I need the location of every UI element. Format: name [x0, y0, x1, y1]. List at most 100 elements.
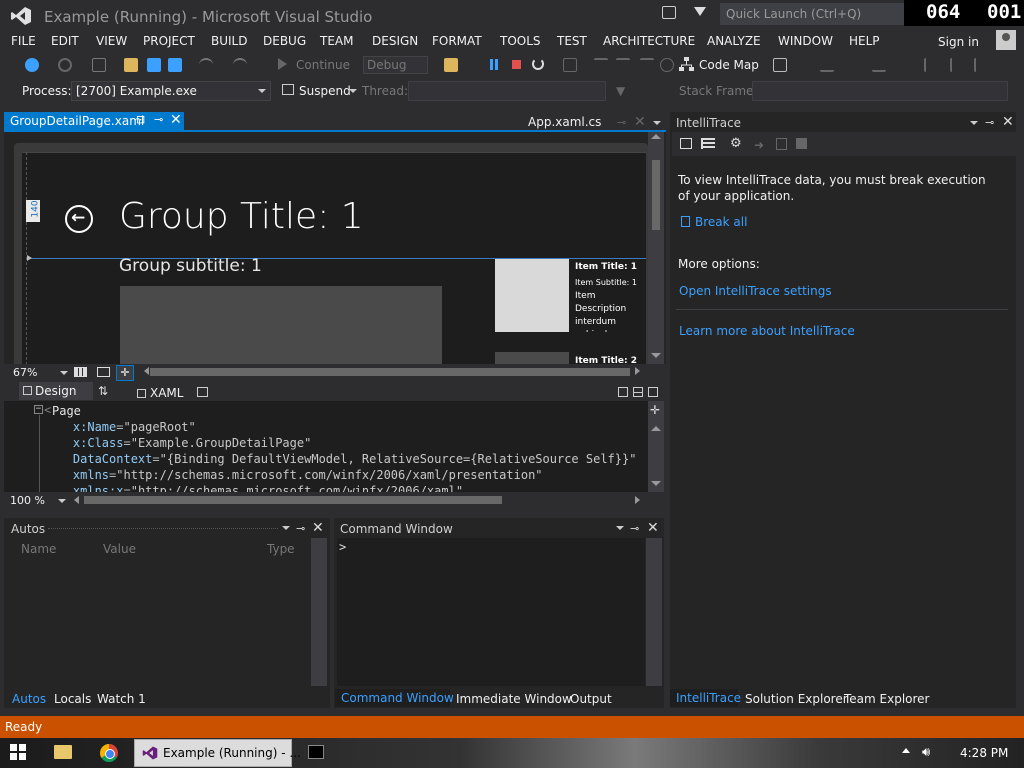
tab-group-detail-page-xaml[interactable]: GroupDetailPage.xaml ⊡ ⊸ ✕: [4, 112, 184, 131]
tab-watch-1[interactable]: Watch 1: [97, 692, 146, 706]
tab-team-explorer[interactable]: Team Explorer: [844, 692, 930, 706]
autos-grid[interactable]: [7, 538, 307, 686]
xaml-zoom-select[interactable]: 100 %: [10, 494, 45, 507]
redo-icon[interactable]: [233, 58, 247, 72]
solution-configuration-select[interactable]: Debug: [363, 56, 428, 74]
taskbar-clock[interactable]: 4:28 PM: [960, 746, 1008, 760]
zoom-chevron-down-icon[interactable]: [58, 499, 66, 503]
chrome-browser-icon[interactable]: [100, 744, 118, 762]
window-position-chevron-icon[interactable]: [282, 526, 290, 530]
step-out-icon[interactable]: [640, 58, 654, 72]
tab-overflow-chevron-down-icon[interactable]: [653, 121, 661, 125]
column-header-type[interactable]: Type: [267, 542, 295, 556]
tab-locals[interactable]: Locals: [54, 692, 91, 706]
menu-debug[interactable]: DEBUG: [263, 34, 306, 48]
save-log-icon[interactable]: [796, 138, 807, 149]
split-handle-icon[interactable]: ✛: [650, 403, 660, 417]
horizontal-split-icon[interactable]: [633, 387, 643, 397]
tab-solution-explorer[interactable]: Solution Explorer: [745, 692, 848, 706]
settings-gear-icon[interactable]: ⚙: [730, 136, 742, 151]
xaml-code-editor[interactable]: − < Page x:Name="pageRoot" x:Class="Exam…: [4, 401, 648, 492]
comment-icon[interactable]: [872, 58, 886, 72]
learn-more-intellitrace-link[interactable]: Learn more about IntelliTrace: [679, 324, 855, 338]
command-input-area[interactable]: >: [337, 538, 645, 686]
menu-help[interactable]: HELP: [849, 34, 880, 48]
scroll-up-icon[interactable]: [651, 134, 661, 139]
scroll-right-icon[interactable]: [635, 367, 640, 375]
step-into-icon[interactable]: [594, 58, 608, 72]
go-to-live-icon[interactable]: ➜: [754, 138, 764, 152]
menu-file[interactable]: FILE: [11, 34, 36, 48]
ui-debug-tools-icon[interactable]: [773, 58, 787, 72]
break-all-link[interactable]: Break all: [695, 215, 747, 229]
snap-to-grid-icon[interactable]: [97, 367, 110, 377]
calls-view-icon[interactable]: [701, 138, 715, 149]
open-file-icon[interactable]: [124, 58, 138, 72]
zoom-chevron-down-icon[interactable]: [60, 371, 68, 375]
navigate-forward-icon[interactable]: [58, 58, 72, 72]
new-project-icon[interactable]: [92, 58, 106, 72]
close-icon[interactable]: ✕: [312, 520, 324, 536]
scroll-up-icon[interactable]: [651, 426, 661, 431]
tab-output[interactable]: Output: [570, 692, 612, 706]
menu-analyze[interactable]: ANALYZE: [707, 34, 761, 48]
menu-team[interactable]: TEAM: [320, 34, 353, 48]
close-icon[interactable]: ✕: [634, 114, 646, 130]
suspend-dropdown-icon[interactable]: [349, 89, 357, 93]
designer-scroll-thumb[interactable]: [652, 160, 660, 230]
tab-app-xaml-cs[interactable]: App.xaml.cs: [528, 115, 601, 129]
pin-icon[interactable]: ⊸: [296, 522, 305, 535]
scroll-down-icon[interactable]: [651, 481, 661, 486]
menu-design[interactable]: DESIGN: [372, 34, 418, 48]
undo-icon[interactable]: [199, 58, 213, 72]
column-header-value[interactable]: Value: [103, 542, 136, 556]
collapse-region-icon[interactable]: −: [34, 405, 43, 414]
artboard-crosshair-icon[interactable]: ✛: [116, 365, 134, 381]
feedback-flag-icon[interactable]: [694, 7, 706, 16]
pin-icon[interactable]: ⊸: [985, 116, 994, 129]
show-hidden-icons-icon[interactable]: [902, 748, 910, 753]
stack-frame-select[interactable]: [752, 81, 1008, 101]
menu-format[interactable]: FORMAT: [432, 34, 482, 48]
attach-process-icon[interactable]: [444, 58, 458, 72]
filter-threads-icon[interactable]: ▼: [616, 84, 625, 98]
process-select[interactable]: [2700] Example.exe: [71, 81, 271, 101]
designer-horizontal-scroll-thumb[interactable]: [150, 368, 630, 376]
menu-architecture[interactable]: ARCHITECTURE: [603, 34, 695, 48]
open-log-icon[interactable]: [776, 138, 787, 150]
close-icon[interactable]: ✕: [1002, 114, 1014, 130]
break-all-pause-icon[interactable]: [489, 59, 499, 70]
notifications-icon[interactable]: [662, 6, 676, 19]
menu-edit[interactable]: EDIT: [51, 34, 79, 48]
pin-icon[interactable]: ⊸: [617, 116, 626, 129]
tab-intellitrace[interactable]: IntelliTrace: [676, 691, 741, 705]
bookmark-prev-icon[interactable]: [974, 58, 988, 72]
menu-view[interactable]: VIEW: [96, 34, 127, 48]
close-icon[interactable]: ✕: [170, 112, 182, 128]
continue-play-icon[interactable]: [278, 58, 287, 70]
menu-test[interactable]: TEST: [557, 34, 587, 48]
sign-in-link[interactable]: Sign in: [938, 35, 979, 49]
designer-zoom-select[interactable]: 67%: [13, 366, 37, 379]
thread-select[interactable]: [408, 81, 606, 101]
continue-button[interactable]: Continue: [296, 58, 350, 72]
menu-build[interactable]: BUILD: [211, 34, 247, 48]
file-explorer-icon[interactable]: [54, 745, 72, 759]
pin-icon[interactable]: ⊸: [630, 522, 639, 535]
vertical-split-icon[interactable]: [618, 387, 628, 397]
windows-start-icon[interactable]: [10, 744, 26, 760]
navigate-back-icon[interactable]: [25, 58, 39, 72]
events-view-icon[interactable]: [680, 138, 692, 149]
title-grip[interactable]: [48, 528, 278, 529]
grid-icon[interactable]: [74, 367, 87, 377]
tab-command-window[interactable]: Command Window: [341, 691, 454, 705]
bookmark-next-icon[interactable]: [950, 58, 964, 72]
stop-debugging-icon[interactable]: [512, 60, 521, 69]
window-position-chevron-icon[interactable]: [970, 121, 978, 125]
close-icon[interactable]: ✕: [647, 520, 659, 536]
xaml-horizontal-scroll-thumb[interactable]: [84, 496, 502, 504]
step-over-icon[interactable]: [616, 58, 630, 72]
swap-panes-icon[interactable]: ⇅: [98, 384, 108, 398]
menu-window[interactable]: WINDOW: [778, 34, 833, 48]
refresh-icon[interactable]: [660, 58, 674, 72]
